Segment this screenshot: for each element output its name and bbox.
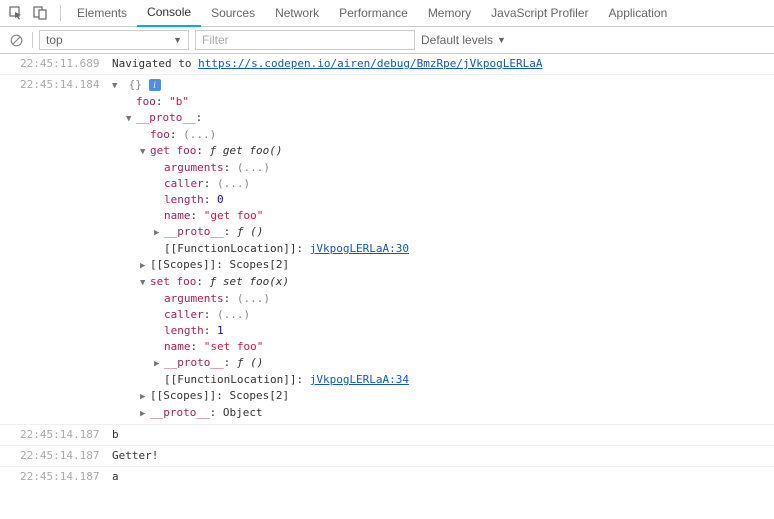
log-message: b — [112, 427, 774, 443]
tab-console[interactable]: Console — [137, 0, 201, 27]
toggle-icon[interactable] — [126, 110, 136, 127]
device-toolbar-icon[interactable] — [30, 3, 50, 23]
timestamp: 22:45:14.187 — [20, 469, 112, 485]
prop-value-ellipsis[interactable]: (...) — [217, 308, 250, 321]
prop-key: arguments — [164, 161, 224, 174]
prop-value[interactable]: Object — [223, 406, 263, 419]
prop-key: __proto__ — [164, 225, 224, 238]
prop-value[interactable]: Scopes[2] — [229, 258, 289, 271]
timestamp: 22:45:11.689 — [20, 56, 112, 72]
tab-elements[interactable]: Elements — [67, 0, 137, 27]
internal-key: [[Scopes]] — [150, 389, 216, 402]
prop-value: "b" — [169, 95, 189, 108]
clear-console-icon[interactable] — [6, 30, 26, 50]
prop-key: name — [164, 340, 191, 353]
prop-key: __proto__ — [150, 406, 210, 419]
fn-marker: ƒ — [210, 144, 223, 157]
context-label: top — [46, 33, 63, 47]
function-location-link[interactable]: jVkpogLERLaA:34 — [310, 373, 409, 386]
devtools-tabbar: Elements Console Sources Network Perform… — [0, 0, 774, 27]
tab-application[interactable]: Application — [599, 0, 678, 27]
timestamp: 22:45:14.187 — [20, 448, 112, 464]
console-toolbar: top ▼ Default levels ▼ — [0, 27, 774, 54]
prop-value-ellipsis[interactable]: (...) — [237, 161, 270, 174]
prop-key: length — [164, 324, 204, 337]
fn-sig: get foo() — [223, 144, 283, 157]
prop-key: foo — [136, 95, 156, 108]
info-icon[interactable]: i — [149, 79, 161, 91]
log-row: 22:45:14.187 Getter! — [0, 446, 774, 467]
nav-prefix: Navigated to — [112, 57, 198, 70]
tab-profiler[interactable]: JavaScript Profiler — [481, 0, 598, 27]
levels-label: Default levels — [421, 33, 493, 47]
tab-memory[interactable]: Memory — [418, 0, 481, 27]
prop-value[interactable]: ƒ () — [237, 225, 264, 238]
prop-key: caller — [164, 308, 204, 321]
prop-key: get foo — [150, 144, 196, 157]
timestamp: 22:45:14.184 — [20, 77, 112, 93]
prop-value-ellipsis[interactable]: (...) — [217, 177, 250, 190]
tab-network[interactable]: Network — [265, 0, 329, 27]
toggle-icon[interactable] — [140, 274, 150, 291]
separator — [60, 5, 61, 21]
fn-marker: ƒ — [210, 275, 223, 288]
prop-value-ellipsis[interactable]: (...) — [237, 292, 270, 305]
toggle-icon[interactable] — [140, 405, 150, 422]
separator — [32, 32, 33, 48]
prop-key: __proto__ — [164, 356, 224, 369]
context-selector[interactable]: top ▼ — [39, 30, 189, 50]
log-levels-selector[interactable]: Default levels ▼ — [421, 33, 506, 47]
tab-sources[interactable]: Sources — [201, 0, 265, 27]
toggle-icon[interactable] — [140, 257, 150, 274]
internal-key: [[FunctionLocation]] — [164, 242, 296, 255]
internal-key: [[FunctionLocation]] — [164, 373, 296, 386]
timestamp: 22:45:14.187 — [20, 427, 112, 443]
object-preview[interactable]: {} — [129, 78, 142, 91]
prop-value[interactable]: Scopes[2] — [229, 389, 289, 402]
prop-value: 1 — [217, 324, 224, 337]
log-row-navigation: 22:45:11.689 Navigated to https://s.code… — [0, 54, 774, 75]
prop-key: __proto__ — [136, 111, 196, 124]
prop-value: 0 — [217, 193, 224, 206]
toggle-icon[interactable] — [140, 388, 150, 405]
log-row: 22:45:14.187 a — [0, 467, 774, 487]
prop-key: foo — [150, 128, 170, 141]
nav-url[interactable]: https://s.codepen.io/airen/debug/BmzRpe/… — [198, 57, 542, 70]
prop-key: name — [164, 209, 191, 222]
toggle-icon[interactable] — [140, 143, 150, 160]
toggle-icon[interactable] — [154, 224, 164, 241]
function-location-link[interactable]: jVkpogLERLaA:30 — [310, 242, 409, 255]
prop-value: "set foo" — [204, 340, 264, 353]
console-output: 22:45:11.689 Navigated to https://s.code… — [0, 54, 774, 487]
toggle-icon[interactable] — [154, 355, 164, 372]
inspect-element-icon[interactable] — [6, 3, 26, 23]
prop-key: arguments — [164, 292, 224, 305]
log-row: 22:45:14.187 b — [0, 425, 774, 446]
chevron-down-icon: ▼ — [497, 35, 506, 45]
prop-value-ellipsis[interactable]: (...) — [183, 128, 216, 141]
prop-key: caller — [164, 177, 204, 190]
internal-key: [[Scopes]] — [150, 258, 216, 271]
log-row-object: 22:45:14.184 {} i foo: "b" __proto__: fo… — [0, 75, 774, 425]
tab-performance[interactable]: Performance — [329, 0, 418, 27]
prop-value: "get foo" — [204, 209, 264, 222]
chevron-down-icon: ▼ — [173, 35, 182, 45]
filter-input[interactable] — [195, 30, 415, 50]
prop-key: set foo — [150, 275, 196, 288]
toggle-icon[interactable] — [112, 77, 122, 94]
log-message: a — [112, 469, 774, 485]
fn-sig: set foo(x) — [223, 275, 289, 288]
log-message: Getter! — [112, 448, 774, 464]
prop-value[interactable]: ƒ () — [237, 356, 264, 369]
prop-key: length — [164, 193, 204, 206]
